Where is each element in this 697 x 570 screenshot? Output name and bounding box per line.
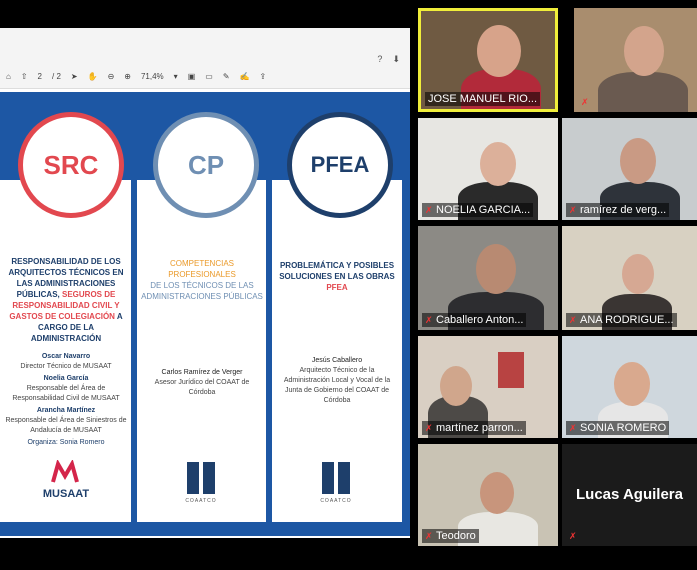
participant-tile[interactable]: ✗ Teodoro [418, 444, 558, 546]
participant-tile[interactable]: ✗ SONIA ROMERO [562, 336, 697, 438]
participant-tile[interactable]: ✗ NOELIA GARCIA... [418, 118, 558, 220]
cp-circle: CP [153, 112, 259, 218]
src-speaker2-name: Noelia García [43, 375, 89, 382]
fit-icon[interactable]: ▾ [174, 72, 178, 81]
hand-icon[interactable]: ✋ [88, 72, 98, 81]
cursor-icon[interactable]: ➤ [71, 72, 78, 81]
participant-tile[interactable]: ✗ [574, 8, 697, 112]
src-speaker1-role: Director Técnico de MUSAAT [20, 363, 112, 370]
musaat-logo [50, 458, 80, 484]
zoom-out-icon[interactable]: ⊖ [108, 72, 115, 81]
coaatco-logo-text: COAATCO [185, 498, 217, 504]
musaat-logo-text: MUSAAT [42, 488, 90, 500]
src-speaker2-role: Responsable del Área de Responsabilidad … [12, 385, 120, 402]
page-total: / 2 [52, 72, 61, 81]
muted-mic-icon: ✗ [569, 531, 577, 541]
coaatco-logo-text: COAATCO [320, 498, 352, 504]
save-icon[interactable]: ⬇ [392, 54, 400, 64]
coaatco-logo [187, 462, 215, 494]
muted-mic-icon: ✗ [425, 315, 433, 325]
muted-mic-icon: ✗ [425, 205, 433, 215]
page-up-icon[interactable]: ⇧ [21, 72, 28, 81]
pdf-toolbar: ? ⬇ ⌂ ⇧ 2 / 2 ➤ ✋ ⊖ ⊕ 71,4% ▾ ▣ ▭ ✎ ✍ ⇪ [0, 28, 410, 89]
pfea-desc-1: PROBLEMÁTICA Y POSIBLES SOLUCIONES EN LA… [279, 261, 395, 281]
cp-desc-1: COMPETENCIAS PROFESIONALES [168, 259, 236, 279]
help-icon[interactable]: ? [377, 54, 382, 64]
coaatco-logo [322, 462, 350, 494]
zoom-in-icon[interactable]: ⊕ [124, 72, 131, 81]
participant-tile[interactable]: ✗ ANA RODRIGUE... [562, 226, 697, 330]
participant-tile[interactable]: ✗ Caballero Anton... [418, 226, 558, 330]
src-speaker3-role: Responsable del Área de Siniestros de An… [5, 417, 127, 434]
src-organiza: Organiza: Sonia Romero [27, 439, 105, 446]
participant-tile[interactable]: ✗ martínez parron... [418, 336, 558, 438]
participant-name: martínez parron... [436, 422, 523, 434]
home-icon[interactable]: ⌂ [6, 72, 11, 81]
pfea-speaker-role: Arquitecto Técnico de la Administración … [283, 367, 391, 404]
participant-display-name: Lucas Aguilera [576, 486, 683, 503]
present-icon[interactable]: ▭ [205, 72, 213, 81]
src-speaker1-name: Oscar Navarro [41, 353, 91, 360]
participant-name: Caballero Anton... [436, 314, 524, 326]
zoom-level[interactable]: 71,4% [141, 72, 164, 81]
panel-cp: COMPETENCIAS PROFESIONALES DE LOS TÉCNIC… [137, 180, 266, 522]
muted-mic-icon: ✗ [569, 315, 577, 325]
cp-desc-2: DE LOS TÉCNICOS DE LAS ADMINISTRACIONES … [141, 281, 263, 301]
participant-name: ANA RODRIGUE... [580, 314, 674, 326]
muted-mic-icon: ✗ [425, 531, 433, 541]
participant-name: Teodoro [436, 530, 476, 542]
panel-pfea: PROBLEMÁTICA Y POSIBLES SOLUCIONES EN LA… [272, 180, 402, 522]
pfea-desc-2: PFEA [326, 283, 348, 292]
cp-speaker-role: Asesor Jurídico del COAAT de Córdoba [154, 379, 250, 396]
muted-mic-icon: ✗ [581, 97, 589, 107]
participant-name: SONIA ROMERO [580, 422, 667, 434]
page-fit-icon[interactable]: ▣ [188, 72, 196, 81]
wall-picture [498, 352, 524, 388]
comment-icon[interactable]: ✎ [223, 72, 230, 81]
pfea-speaker-name: Jesús Caballero [311, 357, 363, 364]
panel-src: RESPONSABILIDAD DE LOS ARQUITECTOS TÉCNI… [0, 180, 131, 522]
muted-mic-icon: ✗ [569, 205, 577, 215]
src-speaker3-name: Arancha Martínez [36, 407, 96, 414]
cp-speaker-name: Carlos Ramírez de Verger [161, 369, 243, 376]
participant-name: JOSE MANUEL RIO... [425, 92, 541, 106]
participant-name: ramírez de verg... [580, 204, 667, 216]
participant-name: NOELIA GARCIA... [436, 204, 531, 216]
sign-icon[interactable]: ✍ [240, 72, 250, 81]
presentation-slide: RESPONSABILIDAD DE LOS ARQUITECTOS TÉCNI… [0, 92, 410, 536]
muted-mic-icon: ✗ [425, 423, 433, 433]
participant-tile[interactable]: Lucas Aguilera ✗ [562, 444, 697, 546]
pfea-circle: PFEA [287, 112, 393, 218]
page-current[interactable]: 2 [38, 72, 42, 81]
muted-mic-icon: ✗ [569, 423, 577, 433]
participant-tile[interactable]: ✗ ramírez de verg... [562, 118, 697, 220]
src-circle: SRC [18, 112, 124, 218]
share-icon[interactable]: ⇪ [259, 72, 266, 81]
participant-tile[interactable]: JOSE MANUEL RIO... [418, 8, 558, 112]
